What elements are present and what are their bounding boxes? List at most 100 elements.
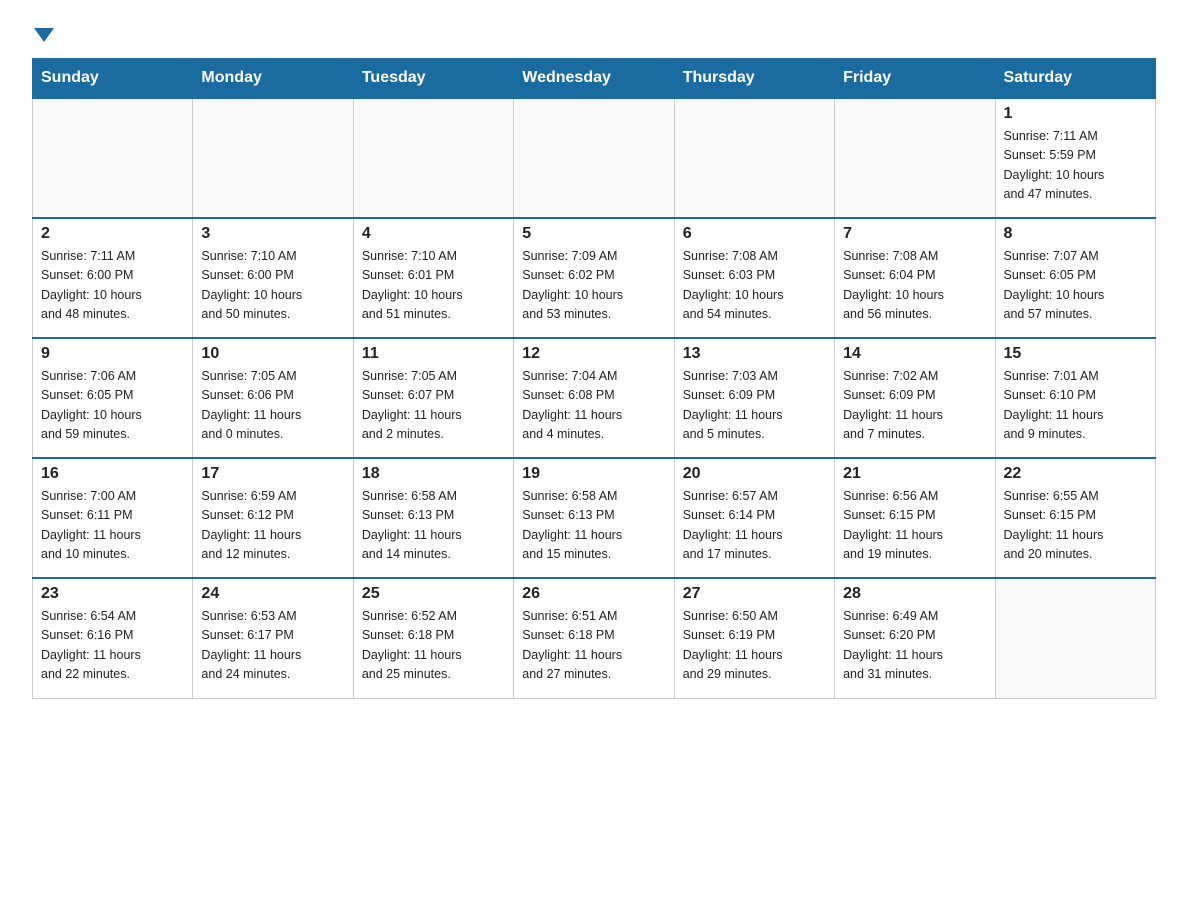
day-info: Sunrise: 7:06 AM Sunset: 6:05 PM Dayligh… — [41, 367, 184, 445]
day-info: Sunrise: 6:49 AM Sunset: 6:20 PM Dayligh… — [843, 607, 986, 685]
day-number: 13 — [683, 345, 826, 363]
calendar-cell: 6 Sunrise: 7:08 AM Sunset: 6:03 PM Daylig… — [674, 218, 834, 338]
calendar-cell: 24Sunrise: 6:53 AM Sunset: 6:17 PM Dayli… — [193, 578, 353, 698]
calendar-cell: 12 Sunrise: 7:04 AM Sunset: 6:08 PM Dayli… — [514, 338, 674, 458]
calendar-week-row: 1 Sunrise: 7:11 AM Sunset: 5:59 PM Daylig… — [33, 98, 1156, 218]
day-number: 26 — [522, 585, 665, 603]
day-number: 17 — [201, 465, 344, 483]
day-number: 18 — [362, 465, 505, 483]
calendar-cell: 5 Sunrise: 7:09 AM Sunset: 6:02 PM Daylig… — [514, 218, 674, 338]
calendar-cell: 14 Sunrise: 7:02 AM Sunset: 6:09 PM Dayli… — [835, 338, 995, 458]
calendar-cell: 16 Sunrise: 7:00 AM Sunset: 6:11 PM Dayli… — [33, 458, 193, 578]
calendar-cell: 9 Sunrise: 7:06 AM Sunset: 6:05 PM Daylig… — [33, 338, 193, 458]
calendar-cell: 11 Sunrise: 7:05 AM Sunset: 6:07 PM Dayli… — [353, 338, 513, 458]
day-number: 27 — [683, 585, 826, 603]
day-info: Sunrise: 6:57 AM Sunset: 6:14 PM Dayligh… — [683, 487, 826, 565]
day-header-tuesday: Tuesday — [353, 59, 513, 99]
day-header-wednesday: Wednesday — [514, 59, 674, 99]
logo-arrow-icon — [34, 28, 54, 42]
day-number: 23 — [41, 585, 184, 603]
day-number: 21 — [843, 465, 986, 483]
day-info: Sunrise: 7:05 AM Sunset: 6:06 PM Dayligh… — [201, 367, 344, 445]
calendar-cell: 7 Sunrise: 7:08 AM Sunset: 6:04 PM Daylig… — [835, 218, 995, 338]
calendar-cell: 3 Sunrise: 7:10 AM Sunset: 6:00 PM Daylig… — [193, 218, 353, 338]
calendar-cell: 20 Sunrise: 6:57 AM Sunset: 6:14 PM Dayli… — [674, 458, 834, 578]
day-info: Sunrise: 7:04 AM Sunset: 6:08 PM Dayligh… — [522, 367, 665, 445]
day-info: Sunrise: 7:11 AM Sunset: 5:59 PM Dayligh… — [1004, 127, 1147, 205]
day-number: 5 — [522, 225, 665, 243]
day-number: 28 — [843, 585, 986, 603]
day-info: Sunrise: 7:03 AM Sunset: 6:09 PM Dayligh… — [683, 367, 826, 445]
calendar-cell: 13 Sunrise: 7:03 AM Sunset: 6:09 PM Dayli… — [674, 338, 834, 458]
day-info: Sunrise: 7:00 AM Sunset: 6:11 PM Dayligh… — [41, 487, 184, 565]
calendar-cell: 22 Sunrise: 6:55 AM Sunset: 6:15 PM Dayli… — [995, 458, 1155, 578]
calendar-week-row: 23Sunrise: 6:54 AM Sunset: 6:16 PM Dayli… — [33, 578, 1156, 698]
day-info: Sunrise: 7:07 AM Sunset: 6:05 PM Dayligh… — [1004, 247, 1147, 325]
calendar-cell: 4 Sunrise: 7:10 AM Sunset: 6:01 PM Daylig… — [353, 218, 513, 338]
calendar-week-row: 16 Sunrise: 7:00 AM Sunset: 6:11 PM Dayli… — [33, 458, 1156, 578]
calendar-cell — [995, 578, 1155, 698]
calendar-week-row: 9 Sunrise: 7:06 AM Sunset: 6:05 PM Daylig… — [33, 338, 1156, 458]
day-number: 9 — [41, 345, 184, 363]
calendar-cell: 8Sunrise: 7:07 AM Sunset: 6:05 PM Daylig… — [995, 218, 1155, 338]
day-info: Sunrise: 7:09 AM Sunset: 6:02 PM Dayligh… — [522, 247, 665, 325]
day-info: Sunrise: 7:10 AM Sunset: 6:00 PM Dayligh… — [201, 247, 344, 325]
day-header-saturday: Saturday — [995, 59, 1155, 99]
calendar-table: SundayMondayTuesdayWednesdayThursdayFrid… — [32, 58, 1156, 699]
day-number: 22 — [1004, 465, 1147, 483]
day-info: Sunrise: 6:58 AM Sunset: 6:13 PM Dayligh… — [522, 487, 665, 565]
calendar-week-row: 2 Sunrise: 7:11 AM Sunset: 6:00 PM Daylig… — [33, 218, 1156, 338]
calendar-header-row: SundayMondayTuesdayWednesdayThursdayFrid… — [33, 59, 1156, 99]
calendar-cell — [674, 98, 834, 218]
day-info: Sunrise: 7:10 AM Sunset: 6:01 PM Dayligh… — [362, 247, 505, 325]
day-number: 6 — [683, 225, 826, 243]
day-header-monday: Monday — [193, 59, 353, 99]
logo — [32, 24, 54, 42]
day-info: Sunrise: 7:08 AM Sunset: 6:04 PM Dayligh… — [843, 247, 986, 325]
day-info: Sunrise: 7:01 AM Sunset: 6:10 PM Dayligh… — [1004, 367, 1147, 445]
calendar-cell: 28 Sunrise: 6:49 AM Sunset: 6:20 PM Dayli… — [835, 578, 995, 698]
calendar-cell: 18 Sunrise: 6:58 AM Sunset: 6:13 PM Dayli… — [353, 458, 513, 578]
calendar-cell — [353, 98, 513, 218]
day-info: Sunrise: 6:56 AM Sunset: 6:15 PM Dayligh… — [843, 487, 986, 565]
day-number: 7 — [843, 225, 986, 243]
day-number: 16 — [41, 465, 184, 483]
calendar-cell — [514, 98, 674, 218]
day-info: Sunrise: 7:08 AM Sunset: 6:03 PM Dayligh… — [683, 247, 826, 325]
calendar-cell: 19 Sunrise: 6:58 AM Sunset: 6:13 PM Dayli… — [514, 458, 674, 578]
day-info: Sunrise: 7:11 AM Sunset: 6:00 PM Dayligh… — [41, 247, 184, 325]
day-number: 3 — [201, 225, 344, 243]
day-header-sunday: Sunday — [33, 59, 193, 99]
day-number: 25 — [362, 585, 505, 603]
day-number: 4 — [362, 225, 505, 243]
day-info: Sunrise: 6:52 AM Sunset: 6:18 PM Dayligh… — [362, 607, 505, 685]
day-number: 19 — [522, 465, 665, 483]
day-info: Sunrise: 6:50 AM Sunset: 6:19 PM Dayligh… — [683, 607, 826, 685]
day-header-friday: Friday — [835, 59, 995, 99]
calendar-cell: 1 Sunrise: 7:11 AM Sunset: 5:59 PM Daylig… — [995, 98, 1155, 218]
day-number: 10 — [201, 345, 344, 363]
day-number: 12 — [522, 345, 665, 363]
day-number: 2 — [41, 225, 184, 243]
day-number: 14 — [843, 345, 986, 363]
day-header-thursday: Thursday — [674, 59, 834, 99]
day-info: Sunrise: 6:51 AM Sunset: 6:18 PM Dayligh… — [522, 607, 665, 685]
calendar-cell — [835, 98, 995, 218]
calendar-cell — [193, 98, 353, 218]
day-number: 20 — [683, 465, 826, 483]
day-info: Sunrise: 7:02 AM Sunset: 6:09 PM Dayligh… — [843, 367, 986, 445]
calendar-cell: 27 Sunrise: 6:50 AM Sunset: 6:19 PM Dayli… — [674, 578, 834, 698]
calendar-cell: 2 Sunrise: 7:11 AM Sunset: 6:00 PM Daylig… — [33, 218, 193, 338]
day-number: 1 — [1004, 105, 1147, 123]
calendar-cell: 10 Sunrise: 7:05 AM Sunset: 6:06 PM Dayli… — [193, 338, 353, 458]
day-number: 11 — [362, 345, 505, 363]
calendar-cell: 23Sunrise: 6:54 AM Sunset: 6:16 PM Dayli… — [33, 578, 193, 698]
calendar-cell: 21 Sunrise: 6:56 AM Sunset: 6:15 PM Dayli… — [835, 458, 995, 578]
day-info: Sunrise: 6:59 AM Sunset: 6:12 PM Dayligh… — [201, 487, 344, 565]
day-info: Sunrise: 6:53 AM Sunset: 6:17 PM Dayligh… — [201, 607, 344, 685]
calendar-cell — [33, 98, 193, 218]
day-info: Sunrise: 7:05 AM Sunset: 6:07 PM Dayligh… — [362, 367, 505, 445]
day-info: Sunrise: 6:55 AM Sunset: 6:15 PM Dayligh… — [1004, 487, 1147, 565]
day-info: Sunrise: 6:58 AM Sunset: 6:13 PM Dayligh… — [362, 487, 505, 565]
calendar-cell: 15Sunrise: 7:01 AM Sunset: 6:10 PM Dayli… — [995, 338, 1155, 458]
